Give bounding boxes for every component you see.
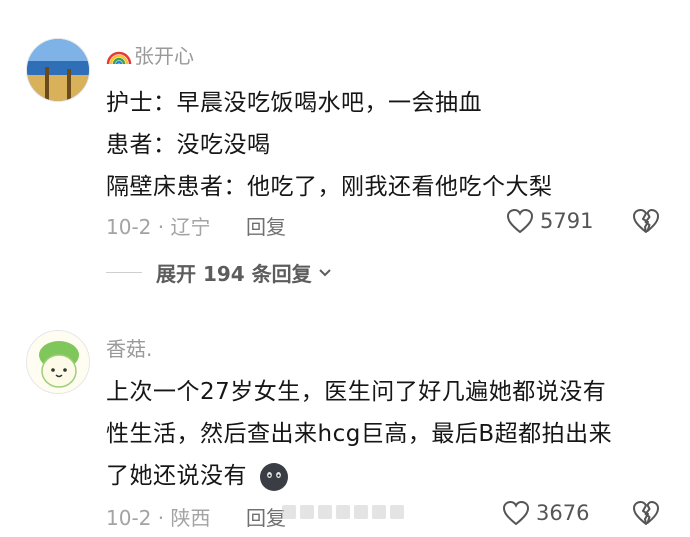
watermark (282, 505, 404, 519)
cabbage-avatar-image (27, 331, 89, 393)
comment-text-line: 了她还说没有 (106, 456, 289, 492)
like-button[interactable]: 5791 (506, 208, 593, 234)
dislike-button[interactable] (632, 500, 660, 530)
divider (106, 272, 142, 273)
broken-heart-icon (633, 209, 659, 233)
expand-replies-label: 展开 194 条回复 (156, 262, 312, 286)
watermark-block (282, 505, 296, 519)
comment-text-line: 上次一个27岁女生，医生问了好几遍她都说没有 (106, 379, 607, 405)
comment-text-segment: 了她还说没有 (106, 463, 247, 489)
username-text: 张开心 (134, 44, 194, 68)
watermark-block (354, 505, 368, 519)
watermark-block (390, 505, 404, 519)
like-count: 3676 (536, 501, 590, 525)
comment-text-line: 护士：早晨没吃饭喝水吧，一会抽血 (106, 90, 482, 116)
comment-text-line: 性生活，然后查出来hcg巨高，最后B超都拍出来 (106, 421, 613, 447)
watermark-block (300, 505, 314, 519)
chevron-down-icon (318, 268, 331, 276)
comment-text-line: 隔壁床患者：他吃了，刚我还看他吃个大梨 (106, 174, 553, 200)
dislike-button[interactable] (632, 208, 660, 238)
comment-text-line: 患者：没吃没喝 (106, 132, 271, 158)
heart-icon (502, 500, 530, 526)
dark-face-emoji-icon (259, 462, 288, 491)
beach-avatar-image (27, 39, 89, 101)
watermark-block (336, 505, 350, 519)
comment-meta: 10-2 · 辽宁 (106, 215, 211, 239)
reply-button[interactable]: 回复 (246, 211, 286, 240)
expand-replies-button[interactable]: 展开 194 条回复 (106, 258, 332, 287)
rainbow-icon (106, 46, 132, 71)
avatar[interactable] (26, 38, 90, 102)
avatar[interactable] (26, 330, 90, 394)
reply-button[interactable]: 回复 (246, 502, 286, 531)
broken-heart-icon (633, 501, 659, 525)
heart-icon (506, 208, 534, 234)
watermark-block (318, 505, 332, 519)
comment-meta: 10-2 · 陕西 (106, 506, 211, 530)
watermark-block (372, 505, 386, 519)
username[interactable]: 香菇. (106, 333, 152, 362)
like-button[interactable]: 3676 (502, 500, 589, 526)
like-count: 5791 (540, 209, 594, 233)
username[interactable]: 张开心 (106, 40, 194, 71)
